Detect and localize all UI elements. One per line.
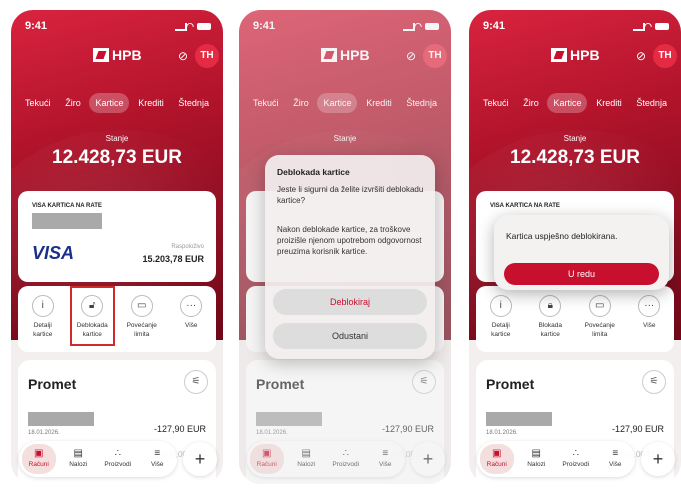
status-bar: 9:41 ◠ (25, 20, 211, 34)
card-plus-icon: ▭ (588, 295, 611, 317)
nav-proizvodi[interactable]: ∴ Proizvodi (559, 444, 593, 474)
document-icon: ▤ (531, 448, 541, 459)
bottom-nav: ▣ Računi ▤ Nalozi ∴ Proizvodi ≡ Više (477, 441, 635, 477)
action-unblock[interactable]: 🔓︎ Deblokada kartice (68, 286, 118, 352)
more-icon: ··· (180, 295, 203, 317)
transaction-amount: -127,90 EUR (611, 424, 664, 434)
products-icon: ∴ (572, 448, 579, 459)
tab-kartice[interactable]: Kartice (547, 93, 588, 113)
balance-label: Stanje (563, 134, 587, 143)
more-icon: ··· (638, 295, 661, 317)
nav-nalozi[interactable]: ▤ Nalozi (61, 444, 95, 474)
tab-krediti[interactable]: Krediti (132, 93, 170, 113)
transaction-date: 18.01.2026. (28, 430, 60, 436)
wallet-icon: ▣ (492, 448, 502, 459)
phone-screen-3: 9:41 ◠ HPB ⊘ TH Tekući Žiro Kartice Kred… (469, 10, 681, 484)
phone-screen-2: 9:41 ◠ HPB ⊘ TH Tekući Žiro Kartice Kred… (239, 10, 451, 484)
action-more[interactable]: ··· Više (625, 286, 675, 352)
dialog-title: Deblokada kartice (277, 167, 350, 177)
filter-icon[interactable]: ⚟ (642, 370, 666, 394)
balance-amount: 12.428,73 EUR (510, 147, 640, 168)
lock-icon: 🔒︎ (539, 295, 562, 317)
hpb-logo: HPB (551, 46, 600, 64)
document-icon: ▤ (73, 448, 83, 459)
add-button[interactable]: + (183, 442, 217, 476)
ok-button[interactable]: U redu (504, 263, 659, 285)
action-details[interactable]: i Detalji kartice (18, 286, 68, 352)
screens-stage: 9:41 ◠ HPB ⊘ TH Tekući Žiro Kartice Kred… (0, 0, 681, 488)
products-icon: ∴ (114, 448, 121, 459)
available-amount: 15.203,78 EUR (142, 254, 204, 264)
confirm-unblock-button[interactable]: Deblokiraj (273, 289, 427, 315)
action-limit[interactable]: ▭ Povećanje limita (575, 286, 625, 352)
avatar[interactable]: TH (195, 44, 219, 68)
avatar[interactable]: TH (653, 44, 677, 68)
success-toast: Kartica uspješno deblokirana. U redu (494, 215, 669, 290)
hide-balance-icon[interactable]: ⊘ (173, 46, 193, 66)
tab-tekuci[interactable]: Tekući (477, 93, 515, 113)
account-tabs: Tekući Žiro Kartice Krediti Štednja (469, 93, 681, 113)
info-icon: i (31, 295, 54, 317)
tab-kartice[interactable]: Kartice (89, 93, 130, 113)
nav-racuni[interactable]: ▣ Računi (21, 444, 56, 474)
action-limit[interactable]: ▭ Povećanje limita (117, 286, 167, 352)
hpb-logo: HPB (93, 46, 142, 64)
wifi-icon: ◠ (644, 21, 652, 31)
tab-ziro[interactable]: Žiro (59, 93, 87, 113)
filter-icon[interactable]: ⚟ (184, 370, 208, 394)
nav-proizvodi[interactable]: ∴ Proizvodi (101, 444, 135, 474)
transaction-name-masked (486, 412, 552, 426)
status-time: 9:41 (483, 20, 506, 32)
transaction-date: 18.01.2026. (486, 430, 518, 436)
action-details[interactable]: i Detalji kartice (476, 286, 526, 352)
dialog-body: Nakon deblokade kartice, za troškove pro… (277, 225, 422, 256)
hide-balance-icon[interactable]: ⊘ (631, 46, 651, 66)
tab-tekuci[interactable]: Tekući (19, 93, 57, 113)
info-icon: i (489, 295, 512, 317)
card-actions: i Detalji kartice 🔓︎ Deblokada kartice ▭ Po… (18, 286, 216, 352)
action-more[interactable]: ··· Više (167, 286, 217, 352)
phone-screen-1: 9:41 ◠ HPB ⊘ TH Tekući Žiro Kartice Kred… (11, 10, 223, 484)
battery-icon (197, 23, 211, 30)
logo-mark-icon (551, 48, 567, 62)
visa-logo: VISA (32, 243, 75, 263)
toast-message: Kartica uspješno deblokirana. (506, 231, 618, 241)
menu-icon: ≡ (612, 448, 619, 459)
card-title: VISA KARTICA NA RATE (32, 203, 102, 209)
tab-ziro[interactable]: Žiro (517, 93, 545, 113)
status-time: 9:41 (25, 20, 48, 32)
card-actions: i Detalji kartice 🔒︎ Blokada kartice ▭ Pove… (476, 286, 674, 352)
bottom-nav: ▣ Računi ▤ Nalozi ∴ Proizvodi ≡ Više (19, 441, 177, 477)
balance-amount: 12.428,73 EUR (52, 147, 182, 168)
action-block[interactable]: 🔒︎ Blokada kartice (526, 286, 576, 352)
account-tabs: Tekući Žiro Kartice Krediti Štednja (11, 93, 223, 113)
transactions-title: Promet (28, 376, 77, 392)
card-number-masked (32, 213, 102, 229)
menu-icon: ≡ (154, 448, 161, 459)
tab-stednja[interactable]: Štednja (172, 93, 215, 113)
card-plus-icon: ▭ (130, 295, 153, 317)
card-tile[interactable]: VISA KARTICA NA RATE VISA Raspoloživo 15… (18, 191, 216, 282)
battery-icon (655, 23, 669, 30)
nav-vise[interactable]: ≡ Više (140, 444, 174, 474)
nav-vise[interactable]: ≡ Više (598, 444, 632, 474)
transaction-name-masked (28, 412, 94, 426)
logo-mark-icon (93, 48, 109, 62)
balance-label: Stanje (105, 134, 129, 143)
status-bar: 9:41 ◠ (483, 20, 669, 34)
wifi-icon: ◠ (186, 21, 194, 31)
cancel-button[interactable]: Odustani (273, 323, 427, 349)
available-label: Raspoloživo (171, 244, 204, 250)
wallet-icon: ▣ (34, 448, 44, 459)
card-title: VISA KARTICA NA RATE (490, 203, 560, 209)
nav-racuni[interactable]: ▣ Računi (479, 444, 514, 474)
add-button[interactable]: + (641, 442, 675, 476)
transactions-title: Promet (486, 376, 535, 392)
dialog-question: Jeste li sigurni da želite izvršiti debl… (277, 185, 424, 205)
nav-nalozi[interactable]: ▤ Nalozi (519, 444, 553, 474)
tab-krediti[interactable]: Krediti (590, 93, 628, 113)
transaction-amount: -127,90 EUR (153, 424, 206, 434)
tab-stednja[interactable]: Štednja (630, 93, 673, 113)
